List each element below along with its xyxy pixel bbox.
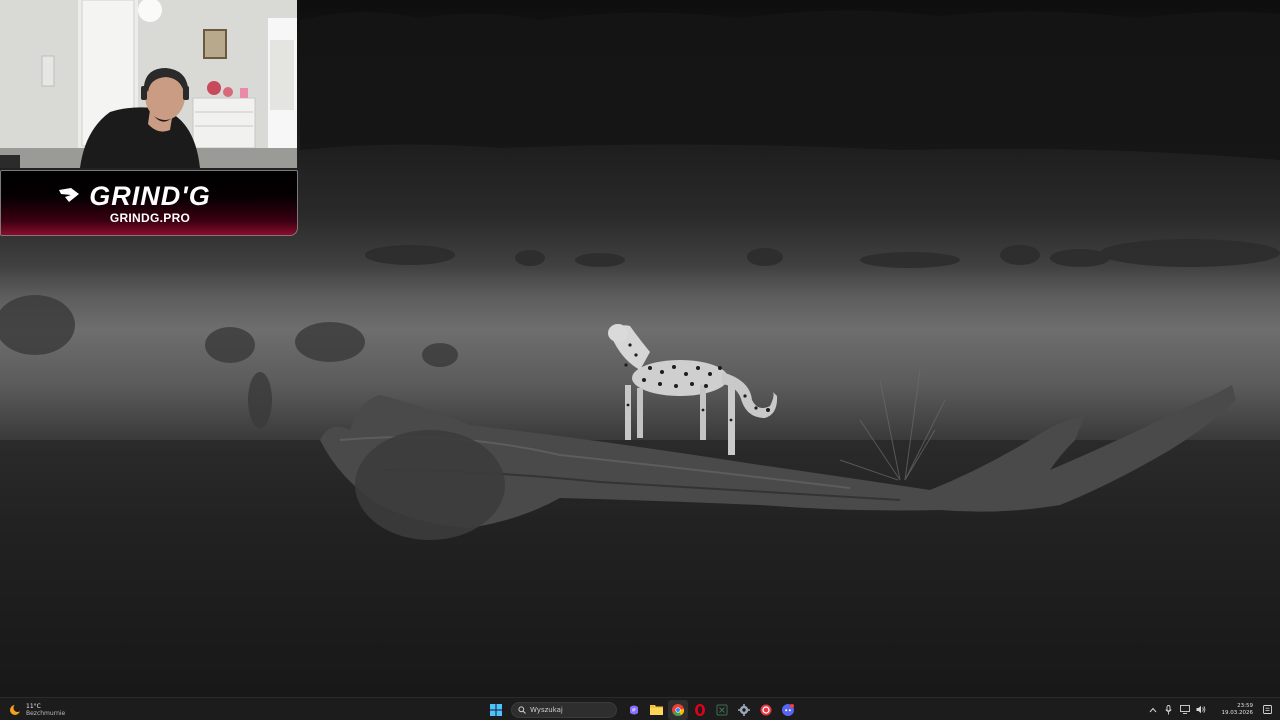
notification-icon xyxy=(1262,705,1272,714)
clock[interactable]: 23:59 19.03.2026 xyxy=(1222,703,1254,717)
search-placeholder: Wyszukaj xyxy=(530,705,563,714)
microphone-icon xyxy=(1165,704,1172,714)
app-icon xyxy=(760,704,772,715)
weather-widget[interactable]: 11°C Bezchmurnie xyxy=(8,700,65,719)
network-icon xyxy=(1179,705,1190,714)
sun-moon-icon xyxy=(10,703,22,715)
start-button[interactable] xyxy=(486,700,506,720)
windows-logo-icon xyxy=(490,703,502,716)
gear-icon xyxy=(738,703,750,716)
volume-button[interactable] xyxy=(1194,703,1208,717)
chrome-button[interactable] xyxy=(668,699,688,720)
taskbar-apps: Wyszukaj xyxy=(486,699,800,720)
copilot-icon xyxy=(630,705,638,714)
taskbar: 11°C Bezchmurnie Wyszukaj 23:59 19.03.20… xyxy=(0,697,1280,720)
settings-button[interactable] xyxy=(734,700,754,720)
file-explorer-button[interactable] xyxy=(646,700,666,720)
chevron-up-icon xyxy=(1149,707,1156,712)
search-icon xyxy=(518,705,526,714)
opera-icon xyxy=(695,703,705,716)
microphone-button[interactable] xyxy=(1162,703,1176,717)
clock-date: 19.03.2026 xyxy=(1221,709,1254,716)
search-input[interactable]: Wyszukaj xyxy=(511,701,617,718)
webcam-overlay xyxy=(0,0,297,168)
speaker-icon xyxy=(1196,705,1205,714)
brand-banner: GRIND'G GRINDG.PRO xyxy=(0,170,298,236)
copilot-button[interactable] xyxy=(624,700,644,720)
brand-url: GRINDG.PRO xyxy=(109,211,191,225)
webcam-feed xyxy=(0,0,297,168)
chrome-icon xyxy=(672,703,684,716)
discord-button[interactable] xyxy=(778,700,798,720)
excel-button[interactable] xyxy=(712,700,732,720)
system-tray: 23:59 19.03.2026 xyxy=(1144,699,1280,720)
folder-icon xyxy=(649,705,663,715)
discord-icon xyxy=(782,703,794,716)
clock-time: 23:59 xyxy=(1237,702,1253,709)
notifications-button[interactable] xyxy=(1260,703,1274,717)
cheetah xyxy=(608,324,778,455)
weather-condition: Bezchmurnie xyxy=(26,709,66,717)
excel-icon xyxy=(716,704,728,715)
tray-overflow-button[interactable] xyxy=(1146,703,1160,717)
opera-button[interactable] xyxy=(690,700,710,720)
red-app-button[interactable] xyxy=(756,700,776,720)
weather-temperature: 11°C xyxy=(26,702,41,710)
network-button[interactable] xyxy=(1178,703,1192,717)
brand-title: GRIND'G xyxy=(89,181,211,211)
